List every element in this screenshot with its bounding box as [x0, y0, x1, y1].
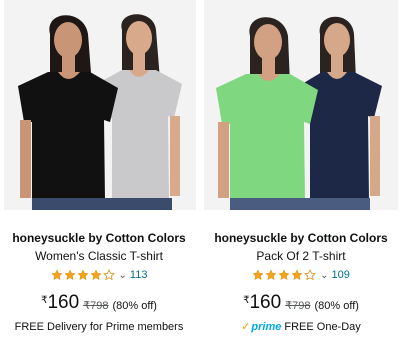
delivery-info: FREE One-Day: [284, 320, 361, 333]
price-value: 160: [249, 292, 282, 313]
star-empty-icon: [102, 269, 115, 281]
list-price: ₹798: [285, 300, 311, 312]
product-info: honeysuckle by Cotton Colors Women's Cla…: [0, 220, 198, 334]
star-full-icon: [291, 269, 303, 281]
check-icon: ✓: [241, 321, 251, 333]
star-rating: [50, 269, 115, 281]
review-count[interactable]: 113: [130, 269, 148, 281]
star-full-icon: [278, 269, 290, 281]
delivery-info: FREE Delivery for Prime members: [14, 321, 184, 333]
product-image[interactable]: [4, 0, 196, 210]
price-row: ₹ 160 ₹798 (80% off): [202, 292, 400, 314]
product-image[interactable]: [204, 0, 398, 210]
rating-row[interactable]: ⌄ 113: [0, 266, 198, 284]
star-empty-icon: [304, 269, 316, 281]
prime-label: prime: [251, 320, 282, 333]
chevron-down-icon[interactable]: ⌄: [119, 270, 127, 281]
product-photo: [204, 0, 398, 210]
product-card[interactable]: honeysuckle by Cotton Colors Pack Of 2 T…: [202, 0, 400, 337]
star-full-icon: [76, 269, 89, 281]
price-value: 160: [47, 292, 80, 313]
product-title[interactable]: Pack Of 2 T-shirt: [202, 248, 400, 264]
brand-name[interactable]: honeysuckle by Cotton Colors: [202, 230, 400, 246]
star-full-icon: [265, 269, 277, 281]
star-full-icon: [89, 269, 102, 281]
review-count[interactable]: 109: [332, 269, 350, 281]
discount: (80% off): [314, 300, 359, 312]
star-full-icon: [63, 269, 76, 281]
product-card[interactable]: honeysuckle by Cotton Colors Women's Cla…: [0, 0, 198, 337]
brand-name[interactable]: honeysuckle by Cotton Colors: [0, 230, 198, 246]
price-row: ₹ 160 ₹798 (80% off): [0, 292, 198, 314]
price: ₹ 160: [41, 292, 79, 314]
prime-delivery: ✓ prime FREE One-Day: [202, 320, 400, 334]
prime-logo: ✓ prime: [241, 320, 282, 334]
product-title[interactable]: Women's Classic T-shirt: [0, 248, 198, 264]
list-price: ₹798: [83, 300, 109, 312]
star-rating: [252, 269, 316, 281]
product-grid: honeysuckle by Cotton Colors Women's Cla…: [0, 0, 400, 337]
rating-row[interactable]: ⌄ 109: [202, 266, 400, 284]
discount: (80% off): [112, 300, 157, 312]
product-photo: [4, 0, 196, 210]
star-full-icon: [50, 269, 63, 281]
chevron-down-icon[interactable]: ⌄: [320, 270, 328, 281]
price: ₹ 160: [243, 292, 281, 314]
star-full-icon: [252, 269, 264, 281]
product-info: honeysuckle by Cotton Colors Pack Of 2 T…: [202, 220, 400, 333]
